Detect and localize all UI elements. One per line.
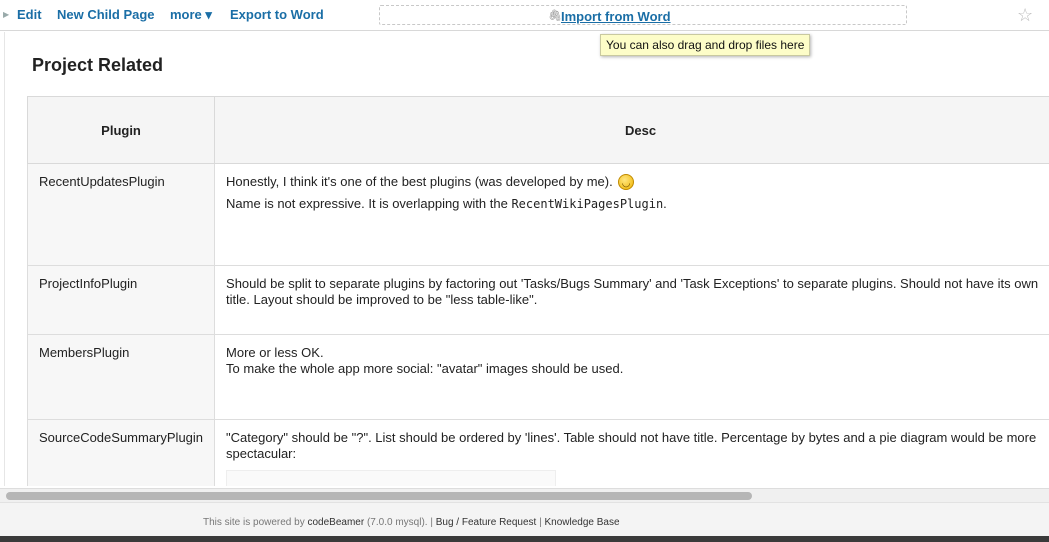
plugin-column-header: Plugin <box>26 96 216 164</box>
expand-arrow-icon[interactable]: ▶ <box>3 10 9 19</box>
star-icon[interactable]: ☆ <box>1017 5 1033 26</box>
toolbar: ▶ Edit New Child Page more ▾ Export to W… <box>0 0 1049 31</box>
more-menu[interactable]: more ▾ <box>170 7 212 23</box>
plugins-table: Plugin Desc RecentUpdatesPlugin Honestly… <box>26 96 1049 486</box>
code-text: RecentWikiPagesPlugin <box>511 197 664 211</box>
table-row: SourceCodeSummaryPlugin "Category" shoul… <box>26 419 1049 486</box>
separator-text: | <box>536 517 545 528</box>
version-text: (7.0.0 mysql). | <box>364 517 436 528</box>
main-content: Project Related Plugin Desc RecentUpdate… <box>0 32 1049 486</box>
new-child-page-link[interactable]: New Child Page <box>57 7 155 22</box>
horizontal-scrollbar[interactable] <box>0 488 1049 502</box>
edit-link[interactable]: Edit <box>17 7 42 22</box>
footer-text: This site is powered by codeBeamer (7.0.… <box>203 517 620 528</box>
desc-text: More or less OK. <box>226 345 324 360</box>
brand-link[interactable]: codeBeamer <box>308 517 365 528</box>
powered-by-text: This site is powered by <box>203 517 308 528</box>
export-to-word-link[interactable]: Export to Word <box>230 7 324 22</box>
table-row: RecentUpdatesPlugin Honestly, I think it… <box>26 163 1049 266</box>
import-dropzone[interactable]: 🖇 Import from Word <box>379 5 907 25</box>
desc-text: Honestly, I think it's one of the best p… <box>226 174 613 189</box>
smiley-icon <box>617 174 634 192</box>
plugin-desc: "Category" should be "?". List should be… <box>214 419 1049 486</box>
import-from-word-link[interactable]: Import from Word <box>561 9 671 24</box>
plugin-name: RecentUpdatesPlugin <box>26 163 216 266</box>
desc-text: . <box>663 196 667 211</box>
page-title: Project Related <box>32 55 164 75</box>
scrollbar-thumb[interactable] <box>6 492 752 500</box>
table-row: ProjectInfoPlugin Should be split to sep… <box>26 265 1049 335</box>
window-bottom-bar <box>0 536 1049 542</box>
plugin-desc: More or less OK. To make the whole app m… <box>214 334 1049 420</box>
bug-feature-request-link[interactable]: Bug / Feature Request <box>436 517 537 528</box>
table-row: MembersPlugin More or less OK. To make t… <box>26 334 1049 420</box>
table-header-row: Plugin Desc <box>26 96 1049 164</box>
plugin-name: MembersPlugin <box>26 334 216 420</box>
plugin-desc: Should be split to separate plugins by f… <box>214 265 1049 335</box>
plugin-name: ProjectInfoPlugin <box>26 265 216 335</box>
desc-text: Name is not expressive. It is overlappin… <box>226 196 512 211</box>
left-divider <box>4 32 5 486</box>
desc-text: "Category" should be "?". List should be… <box>226 430 1037 461</box>
knowledge-base-link[interactable]: Knowledge Base <box>545 517 620 528</box>
footer: This site is powered by codeBeamer (7.0.… <box>0 502 1049 536</box>
desc-text: To make the whole app more social: "avat… <box>226 361 624 376</box>
plugin-desc: Honestly, I think it's one of the best p… <box>214 163 1049 266</box>
plugin-name: SourceCodeSummaryPlugin <box>26 419 216 486</box>
paperclip-icon: 🖇 <box>548 10 562 22</box>
desc-column-header: Desc <box>214 96 1049 164</box>
pie-chart-thumbnail <box>226 470 557 486</box>
